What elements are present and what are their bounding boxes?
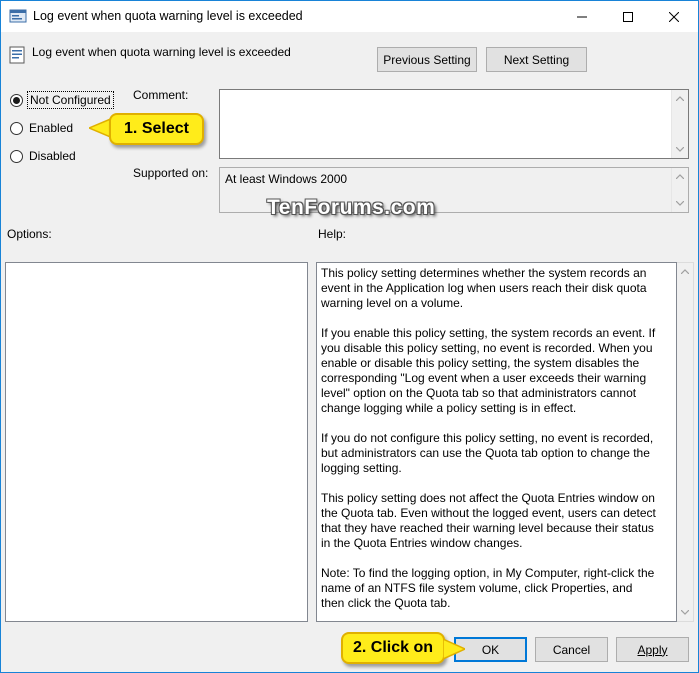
supported-scrollbar[interactable] [671, 168, 688, 212]
comment-label: Comment: [133, 88, 189, 102]
cancel-button[interactable]: Cancel [535, 637, 608, 662]
chevron-up-icon [676, 96, 684, 101]
radio-label-not-configured: Not Configured [27, 91, 114, 109]
help-scrollbar[interactable] [677, 262, 694, 622]
help-text: This policy setting determines whether t… [321, 266, 657, 626]
supported-on-value: At least Windows 2000 [225, 172, 348, 186]
help-paragraph: This policy setting does not affect the … [321, 491, 656, 550]
help-paragraph: If you do not configure this policy sett… [321, 431, 654, 475]
policy-title: Log event when quota warning level is ex… [32, 45, 291, 59]
scroll-up-button[interactable] [672, 90, 688, 107]
policy-setting-dialog: Log event when quota warning level is ex… [0, 0, 699, 673]
maximize-button[interactable] [605, 1, 651, 32]
options-panel [5, 262, 308, 622]
scroll-down-button[interactable] [672, 141, 688, 158]
chevron-down-icon [681, 610, 689, 615]
radio-disabled[interactable]: Disabled [10, 148, 78, 164]
help-paragraph: If you enable this policy setting, the s… [321, 326, 656, 415]
chevron-up-icon [681, 269, 689, 274]
callout-pointer [443, 638, 465, 660]
close-button[interactable] [651, 1, 697, 32]
chevron-up-icon [676, 174, 684, 179]
site-watermark: TenForums.com [267, 196, 436, 219]
maximize-icon [623, 11, 633, 22]
help-paragraph: Note: To find the logging option, in My … [321, 566, 655, 610]
radio-enabled[interactable]: Enabled [10, 120, 75, 136]
comment-scrollbar[interactable] [671, 90, 688, 158]
chevron-down-icon [676, 201, 684, 206]
options-label: Options: [7, 227, 52, 241]
title-bar[interactable]: Log event when quota warning level is ex… [1, 1, 698, 32]
close-icon [669, 11, 679, 22]
chevron-down-icon [676, 147, 684, 152]
radio-label-enabled: Enabled [29, 121, 74, 135]
previous-setting-button[interactable]: Previous Setting [377, 47, 477, 72]
next-setting-button[interactable]: Next Setting [486, 47, 587, 72]
scroll-up-button[interactable] [672, 168, 688, 185]
scroll-down-button[interactable] [672, 195, 688, 212]
radio-label-disabled: Disabled [29, 149, 76, 163]
supported-on-label: Supported on: [133, 166, 209, 180]
help-paragraph: This policy setting determines whether t… [321, 266, 647, 310]
scroll-up-button[interactable] [677, 263, 693, 280]
callout-click-on: 2. Click on [341, 632, 445, 664]
radio-not-configured[interactable]: Not Configured [10, 91, 114, 109]
help-panel[interactable]: This policy setting determines whether t… [316, 262, 677, 622]
callout-select: 1. Select [109, 113, 204, 145]
apply-button[interactable]: Apply [616, 637, 689, 662]
minimize-button[interactable] [559, 1, 605, 32]
help-label: Help: [318, 227, 347, 241]
radio-button[interactable] [10, 93, 23, 107]
radio-selected-dot [13, 96, 20, 104]
window-title: Log event when quota warning level is ex… [33, 9, 303, 23]
policy-app-icon [9, 9, 27, 23]
minimize-icon [577, 16, 587, 17]
radio-button[interactable] [10, 149, 23, 163]
apply-button-label: Apply [637, 642, 668, 657]
radio-button[interactable] [10, 121, 23, 135]
scroll-down-button[interactable] [677, 604, 693, 621]
comment-field[interactable] [219, 89, 689, 159]
policy-setting-icon [9, 46, 25, 64]
